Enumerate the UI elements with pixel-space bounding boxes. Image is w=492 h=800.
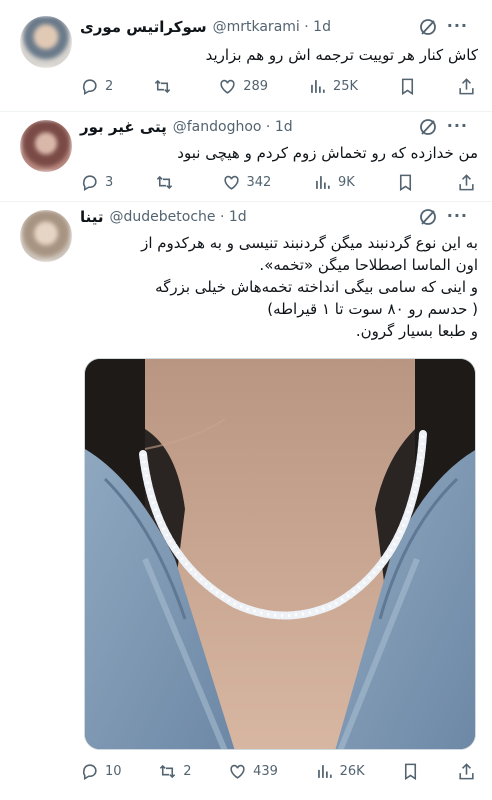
tweet-text-line: به این نوع گردنبند میگن گردنبند تنیسی و …	[141, 234, 478, 252]
like-icon	[222, 173, 241, 192]
retweet-icon	[153, 77, 172, 96]
like-count: 439	[253, 763, 278, 779]
avatar[interactable]	[20, 120, 72, 172]
necklace-photo	[85, 359, 475, 749]
retweet-count: 2	[183, 763, 192, 779]
reply-icon	[80, 77, 99, 96]
views-count: 9K	[337, 174, 355, 190]
tweet-time[interactable]: 1d	[275, 119, 293, 135]
retweet-button[interactable]	[153, 77, 178, 96]
views-button[interactable]: 25K	[308, 77, 358, 96]
tweet-text-line: و طبعا بسیار گرون.	[355, 322, 478, 340]
reply-count: 10	[105, 763, 122, 779]
tweet-text-line: و اینی که سامی بیگی انداخته تخمه‌هاش خیل…	[155, 278, 478, 296]
more-icon[interactable]: ···	[447, 206, 468, 225]
author-name[interactable]: سوکراتیس موری	[80, 18, 207, 36]
views-button[interactable]: 9K	[313, 173, 355, 192]
reply-button[interactable]: 2	[80, 77, 113, 96]
share-icon	[457, 77, 476, 96]
grok-icon[interactable]	[418, 17, 438, 37]
tweet-actions: 2 289 25K	[80, 74, 476, 98]
tweet-text-line: من خدازده که رو تخماش زوم کردم و هیچی نب…	[177, 144, 478, 162]
bookmark-icon	[398, 77, 417, 96]
share-button[interactable]	[457, 173, 476, 192]
avatar[interactable]	[20, 16, 72, 68]
retweet-icon	[158, 762, 177, 781]
more-icon[interactable]: ···	[447, 116, 468, 135]
tweet-text-line: اون الماسا اصطلاحا میگن «تخمه».	[259, 256, 478, 274]
bookmark-button[interactable]	[401, 762, 420, 781]
like-button[interactable]: 439	[228, 762, 278, 781]
like-icon	[228, 762, 247, 781]
share-icon	[457, 173, 476, 192]
tweet-time[interactable]: 1d	[313, 19, 331, 35]
author-handle[interactable]: @mrtkarami	[213, 19, 300, 35]
reply-button[interactable]: 10	[80, 762, 122, 781]
tweet-text: به این نوع گردنبند میگن گردنبند تنیسی و …	[80, 232, 478, 342]
retweet-button[interactable]: 2	[158, 762, 191, 781]
views-count: 25K	[332, 78, 359, 94]
reply-icon	[80, 762, 99, 781]
retweet-icon	[155, 173, 174, 192]
grok-icon[interactable]	[418, 207, 438, 227]
dot-separator: ·	[299, 19, 314, 35]
like-count: 342	[246, 174, 272, 190]
tweet-time[interactable]: 1d	[229, 209, 247, 225]
tweet-photo[interactable]	[84, 358, 476, 750]
tweet-actions: 3 342 9K	[80, 170, 476, 194]
views-icon	[308, 77, 327, 96]
dot-separator: ·	[215, 209, 229, 225]
views-count: 26K	[339, 763, 365, 779]
bookmark-button[interactable]	[396, 173, 415, 192]
more-icon[interactable]: ···	[447, 16, 468, 35]
dot-separator: ·	[261, 119, 275, 135]
author-name[interactable]: پتی غیر بور	[80, 118, 167, 136]
retweet-button[interactable]	[155, 173, 180, 192]
author-handle[interactable]: @dudebetoche	[110, 209, 216, 225]
like-button[interactable]: 289	[218, 77, 268, 96]
reply-count: 2	[105, 78, 114, 94]
share-icon	[457, 762, 476, 781]
reply-count: 3	[105, 174, 114, 190]
tweet-text-line: ( حدسم رو ۸۰ سوت تا ۱ قیراطه)	[267, 300, 478, 318]
tweet-text-line: کاش کنار هر توییت ترجمه اش رو هم بزارید	[205, 46, 478, 64]
tweet-actions: 10 2 439 26K	[80, 759, 476, 783]
tweet-text: کاش کنار هر توییت ترجمه اش رو هم بزارید	[80, 44, 478, 66]
avatar[interactable]	[20, 210, 72, 262]
share-button[interactable]	[457, 77, 476, 96]
bookmark-button[interactable]	[398, 77, 417, 96]
views-button[interactable]: 26K	[315, 762, 365, 781]
views-icon	[315, 762, 334, 781]
bookmark-icon	[401, 762, 420, 781]
like-icon	[218, 77, 237, 96]
grok-icon[interactable]	[418, 117, 438, 137]
author-handle[interactable]: @fandoghoo	[173, 119, 262, 135]
share-button[interactable]	[457, 762, 476, 781]
tweet-2[interactable]: پتی غیر بور @fandoghoo · 1d ··· من خدازد…	[0, 112, 492, 202]
tweet-text: من خدازده که رو تخماش زوم کردم و هیچی نب…	[80, 142, 478, 164]
author-name[interactable]: تینا	[80, 208, 104, 226]
reply-button[interactable]: 3	[80, 173, 113, 192]
views-icon	[313, 173, 332, 192]
like-button[interactable]: 342	[222, 173, 272, 192]
like-count: 289	[243, 78, 269, 94]
tweet-1[interactable]: سوکراتیس موری @mrtkarami · 1d ··· کاش کن…	[0, 0, 492, 112]
reply-icon	[80, 173, 99, 192]
bookmark-icon	[396, 173, 415, 192]
